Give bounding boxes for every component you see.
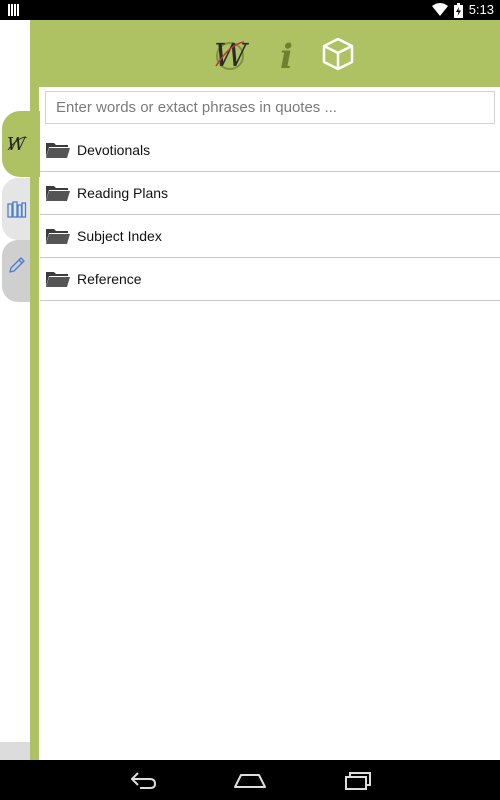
word-logo-button[interactable]: W <box>210 34 250 74</box>
word-tab[interactable]: W <box>2 111 40 177</box>
folder-icon <box>46 186 70 201</box>
box-icon <box>322 37 354 71</box>
folder-list: Devotionals Reading Plans Subject Index … <box>40 129 500 301</box>
folder-icon <box>46 229 70 244</box>
svg-text:i: i <box>280 37 293 72</box>
list-item-label: Devotionals <box>77 142 151 158</box>
pencil-icon <box>9 257 25 273</box>
svg-text:W: W <box>214 36 250 72</box>
list-item-reading-plans[interactable]: Reading Plans <box>40 172 500 215</box>
list-item-label: Reading Plans <box>77 185 169 201</box>
recents-icon <box>345 772 371 790</box>
clock: 5:13 <box>468 2 494 17</box>
home-button[interactable] <box>232 768 268 792</box>
back-button[interactable] <box>125 768 161 792</box>
back-icon <box>130 772 157 789</box>
content-border <box>30 87 39 760</box>
notes-tab[interactable] <box>2 240 30 302</box>
app-header: W i <box>30 20 500 87</box>
info-icon: i <box>280 37 293 72</box>
list-item-label: Subject Index <box>77 228 162 244</box>
recents-button[interactable] <box>340 768 376 792</box>
battery-icon <box>453 2 463 18</box>
search-input[interactable] <box>45 91 495 124</box>
box-button[interactable] <box>318 34 358 74</box>
list-item-devotionals[interactable]: Devotionals <box>40 129 500 172</box>
folder-icon <box>46 272 70 287</box>
list-item-subject-index[interactable]: Subject Index <box>40 215 500 258</box>
list-item-label: Reference <box>77 271 142 287</box>
side-panel-footer <box>0 742 30 760</box>
word-logo-icon: W <box>7 134 27 154</box>
wifi-icon <box>431 3 448 16</box>
folder-icon <box>46 143 70 158</box>
library-tab[interactable] <box>2 178 30 240</box>
word-logo-icon: W <box>214 36 250 72</box>
books-icon <box>7 201 27 218</box>
info-button[interactable]: i <box>266 34 306 74</box>
notification-bars-icon <box>8 4 19 16</box>
list-item-reference[interactable]: Reference <box>40 258 500 301</box>
status-bar: 5:13 <box>0 0 500 20</box>
home-icon <box>234 774 266 788</box>
system-nav-bar <box>0 760 500 800</box>
